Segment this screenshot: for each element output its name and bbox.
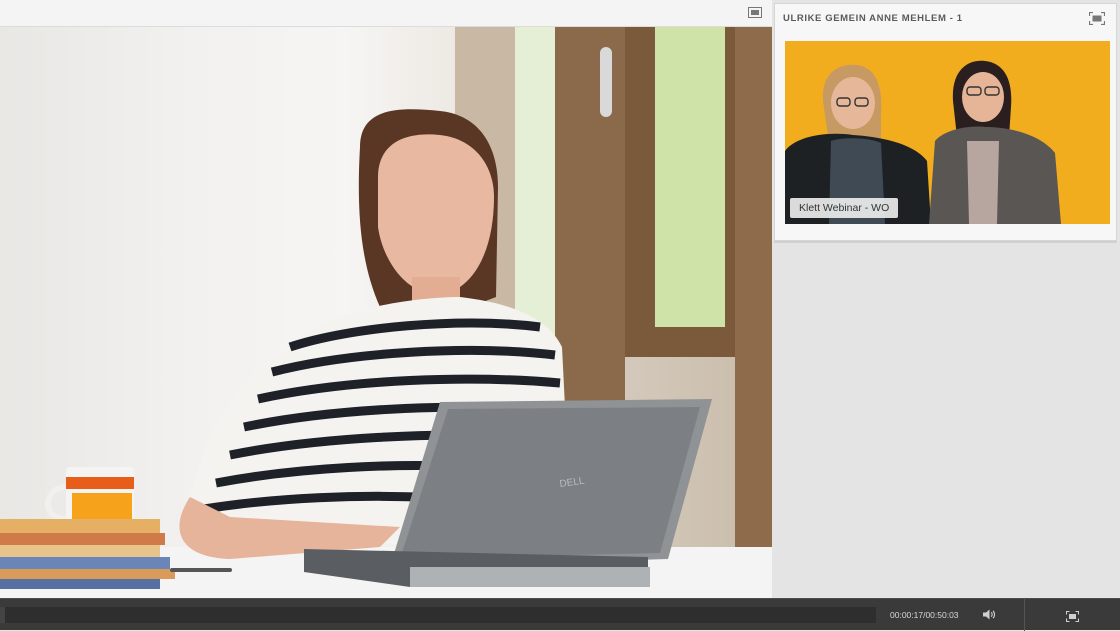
playback-time: 00:00:17/00:50:03 (890, 610, 959, 620)
webcam-video: Klett Webinar - WO (785, 41, 1110, 224)
fullscreen-icon[interactable] (1089, 12, 1105, 25)
playback-progress-track[interactable] (0, 607, 876, 623)
camera-pod: ULRIKE GEMEIN ANNE MEHLEM - 1 Klett Webi… (774, 3, 1117, 241)
share-pod-header (0, 0, 772, 27)
fullscreen-icon[interactable] (748, 7, 762, 18)
right-panel: ULRIKE GEMEIN ANNE MEHLEM - 1 Klett Webi… (772, 0, 1120, 598)
shared-photo: DELL (0, 27, 772, 598)
playback-bar: 00:00:17/00:50:03 (0, 598, 1120, 631)
bar-divider (1024, 599, 1025, 631)
playback-progress-fill (0, 607, 5, 623)
fullscreen-icon[interactable] (1065, 609, 1080, 623)
speaker-icon[interactable] (982, 608, 996, 621)
camera-pod-title: ULRIKE GEMEIN ANNE MEHLEM - 1 (783, 13, 963, 24)
share-pod: DELL (0, 0, 772, 598)
video-name-tag: Klett Webinar - WO (790, 198, 899, 218)
